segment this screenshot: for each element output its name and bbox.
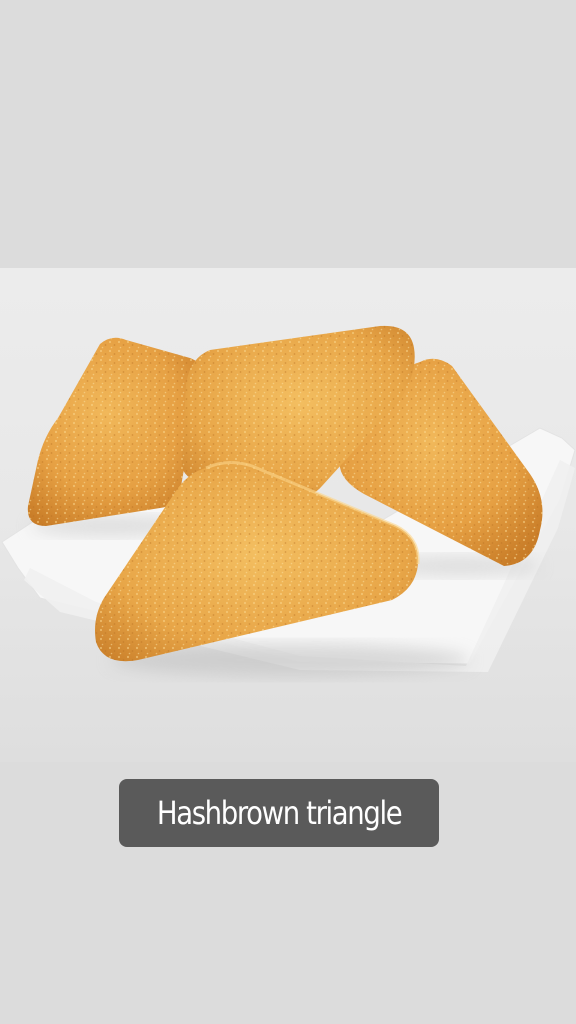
caption-badge: Hashbrown triangle	[119, 779, 439, 847]
story-frame: Hashbrown triangle	[0, 0, 576, 1024]
caption-text: Hashbrown triangle	[156, 794, 403, 832]
food-photo	[0, 268, 576, 762]
